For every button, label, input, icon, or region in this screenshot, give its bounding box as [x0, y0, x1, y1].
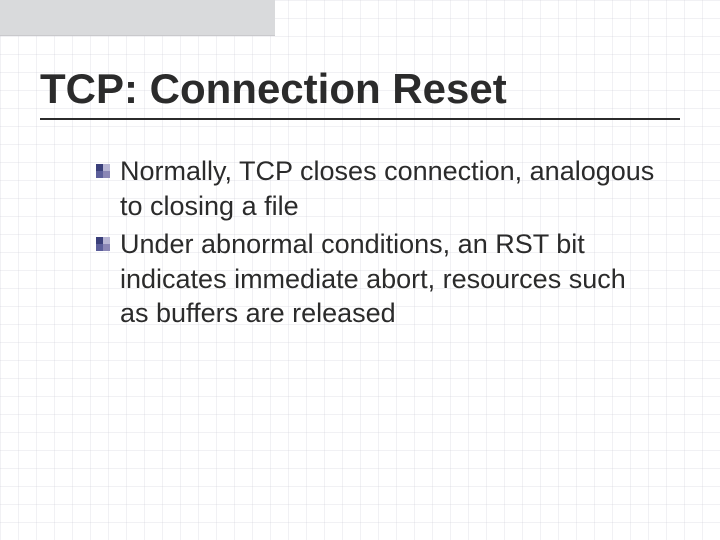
diamond-bullet-icon: [96, 237, 110, 251]
diamond-bullet-icon: [96, 164, 110, 178]
slide-title: TCP: Connection Reset: [40, 66, 680, 112]
list-item: Under abnormal conditions, an RST bit in…: [96, 227, 660, 331]
bullet-text: Under abnormal conditions, an RST bit in…: [120, 227, 660, 331]
slide-content: TCP: Connection Reset Normally, TCP clos…: [0, 0, 720, 540]
bullet-text: Normally, TCP closes connection, analogo…: [120, 154, 660, 223]
bullet-list: Normally, TCP closes connection, analogo…: [40, 154, 680, 331]
title-underline: [40, 118, 680, 120]
list-item: Normally, TCP closes connection, analogo…: [96, 154, 660, 223]
